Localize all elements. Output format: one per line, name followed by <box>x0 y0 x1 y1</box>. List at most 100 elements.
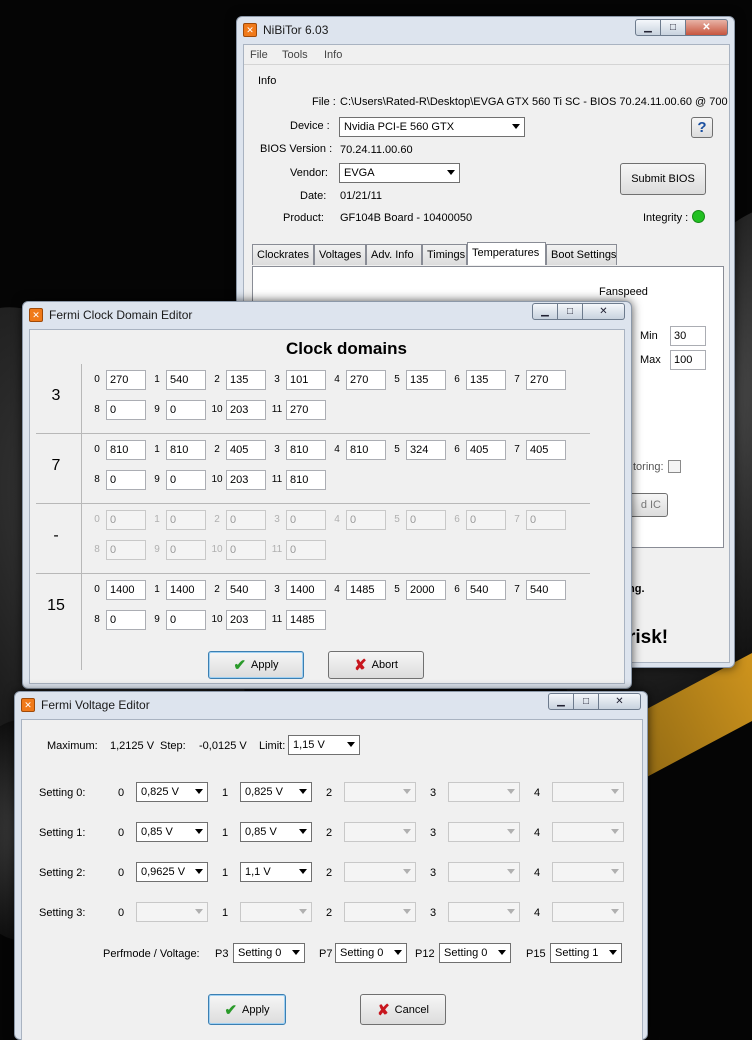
clock-domain-input[interactable]: 0 <box>466 510 506 530</box>
menu-info[interactable]: Info <box>324 49 342 61</box>
voltage-select[interactable] <box>344 902 416 922</box>
perfmode-select[interactable]: Setting 1 <box>550 943 622 963</box>
clock-domain-input[interactable]: 270 <box>286 400 326 420</box>
voltage-cancel-button[interactable]: ✘ Cancel <box>360 994 446 1025</box>
clock-domain-input[interactable]: 0 <box>286 540 326 560</box>
voltage-select[interactable] <box>552 902 624 922</box>
voltage-select[interactable] <box>136 902 208 922</box>
voltage-select[interactable] <box>344 782 416 802</box>
clock-domain-input[interactable]: 0 <box>406 510 446 530</box>
tab-clockrates[interactable]: Clockrates <box>252 244 314 265</box>
voltage-select[interactable] <box>448 822 520 842</box>
tab-boot-settings[interactable]: Boot Settings <box>546 244 617 265</box>
clock-abort-button[interactable]: ✘ Abort <box>328 651 424 679</box>
voltage-select[interactable] <box>448 782 520 802</box>
clock-domain-input[interactable]: 0 <box>166 610 206 630</box>
voltage-select[interactable] <box>448 902 520 922</box>
clock-domain-input[interactable]: 540 <box>166 370 206 390</box>
clock-domain-input[interactable]: 203 <box>226 470 266 490</box>
fan-max-input[interactable]: 100 <box>670 350 706 370</box>
clock-domain-input[interactable]: 810 <box>346 440 386 460</box>
maximize-icon[interactable]: □ <box>558 303 583 320</box>
close-icon[interactable]: ✕ <box>599 693 641 710</box>
voltage-select[interactable]: 1,1 V <box>240 862 312 882</box>
clock-domain-input[interactable]: 405 <box>466 440 506 460</box>
device-select[interactable]: Nvidia PCI-E 560 GTX <box>339 117 525 137</box>
perfmode-select[interactable]: Setting 0 <box>233 943 305 963</box>
voltage-select[interactable] <box>552 782 624 802</box>
clock-domain-input[interactable]: 0 <box>526 510 566 530</box>
tab-timings[interactable]: Timings <box>422 244 467 265</box>
voltage-select[interactable]: 0,825 V <box>136 782 208 802</box>
clock-domain-input[interactable]: 203 <box>226 400 266 420</box>
voltage-select[interactable] <box>240 902 312 922</box>
clock-domain-input[interactable]: 540 <box>526 580 566 600</box>
voltage-select[interactable] <box>552 822 624 842</box>
clock-domain-input[interactable]: 0 <box>106 510 146 530</box>
help-button[interactable]: ? <box>691 117 713 138</box>
perfmode-select[interactable]: Setting 0 <box>335 943 407 963</box>
voltage-select[interactable]: 0,9625 V <box>136 862 208 882</box>
clock-domain-input[interactable]: 0 <box>106 470 146 490</box>
clock-domain-input[interactable]: 270 <box>526 370 566 390</box>
clock-domain-input[interactable]: 1485 <box>346 580 386 600</box>
clock-domain-input[interactable]: 0 <box>286 510 326 530</box>
menu-tools[interactable]: Tools <box>282 49 308 61</box>
clock-domain-input[interactable]: 405 <box>526 440 566 460</box>
voltage-select[interactable] <box>448 862 520 882</box>
voltage-select[interactable] <box>344 862 416 882</box>
clock-domain-input[interactable]: 101 <box>286 370 326 390</box>
clock-apply-button[interactable]: ✔ Apply <box>208 651 304 679</box>
minimize-icon[interactable]: ▁ <box>635 19 661 36</box>
clock-domain-input[interactable]: 2000 <box>406 580 446 600</box>
clock-domain-input[interactable]: 810 <box>166 440 206 460</box>
submit-bios-button[interactable]: Submit BIOS <box>620 163 706 195</box>
clock-domain-input[interactable]: 810 <box>106 440 146 460</box>
monitoring-checkbox[interactable] <box>668 460 681 473</box>
clock-domain-input[interactable]: 1400 <box>166 580 206 600</box>
menu-file[interactable]: File <box>250 49 268 61</box>
voltage-select[interactable]: 0,825 V <box>240 782 312 802</box>
clock-domain-input[interactable]: 0 <box>106 540 146 560</box>
clock-domain-input[interactable]: 0 <box>166 540 206 560</box>
tab-temperatures[interactable]: Temperatures <box>467 242 546 265</box>
clock-domain-input[interactable]: 135 <box>466 370 506 390</box>
clock-domain-input[interactable]: 0 <box>166 400 206 420</box>
clock-domain-input[interactable]: 405 <box>226 440 266 460</box>
clock-domain-input[interactable]: 810 <box>286 440 326 460</box>
clock-domain-input[interactable]: 324 <box>406 440 446 460</box>
clock-domain-input[interactable]: 0 <box>166 470 206 490</box>
clock-domain-input[interactable]: 540 <box>466 580 506 600</box>
clock-domain-input[interactable]: 0 <box>346 510 386 530</box>
clock-domain-input[interactable]: 270 <box>346 370 386 390</box>
close-icon[interactable]: ✕ <box>686 19 728 36</box>
clock-domain-input[interactable]: 135 <box>406 370 446 390</box>
clock-domain-input[interactable]: 1400 <box>106 580 146 600</box>
clock-domain-input[interactable]: 270 <box>106 370 146 390</box>
maximize-icon[interactable]: □ <box>574 693 599 710</box>
clock-domain-input[interactable]: 203 <box>226 610 266 630</box>
close-icon[interactable]: ✕ <box>583 303 625 320</box>
fan-min-input[interactable]: 30 <box>670 326 706 346</box>
tab-adv-info[interactable]: Adv. Info <box>366 244 422 265</box>
clock-domain-input[interactable]: 0 <box>166 510 206 530</box>
limit-select[interactable]: 1,15 V <box>288 735 360 755</box>
clock-domain-input[interactable]: 0 <box>106 400 146 420</box>
clock-domain-input[interactable]: 1485 <box>286 610 326 630</box>
tab-voltages[interactable]: Voltages <box>314 244 366 265</box>
maximize-icon[interactable]: □ <box>661 19 686 36</box>
clock-domain-input[interactable]: 540 <box>226 580 266 600</box>
clock-domain-input[interactable]: 0 <box>106 610 146 630</box>
clock-domain-input[interactable]: 810 <box>286 470 326 490</box>
minimize-icon[interactable]: ▁ <box>532 303 558 320</box>
clock-domain-input[interactable]: 1400 <box>286 580 326 600</box>
clock-domain-input[interactable]: 135 <box>226 370 266 390</box>
vendor-select[interactable]: EVGA <box>339 163 460 183</box>
voltage-select[interactable] <box>552 862 624 882</box>
voltage-select[interactable] <box>344 822 416 842</box>
perfmode-select[interactable]: Setting 0 <box>439 943 511 963</box>
clock-domain-input[interactable]: 0 <box>226 540 266 560</box>
voltage-apply-button[interactable]: ✔ Apply <box>208 994 286 1025</box>
voltage-select[interactable]: 0,85 V <box>240 822 312 842</box>
minimize-icon[interactable]: ▁ <box>548 693 574 710</box>
